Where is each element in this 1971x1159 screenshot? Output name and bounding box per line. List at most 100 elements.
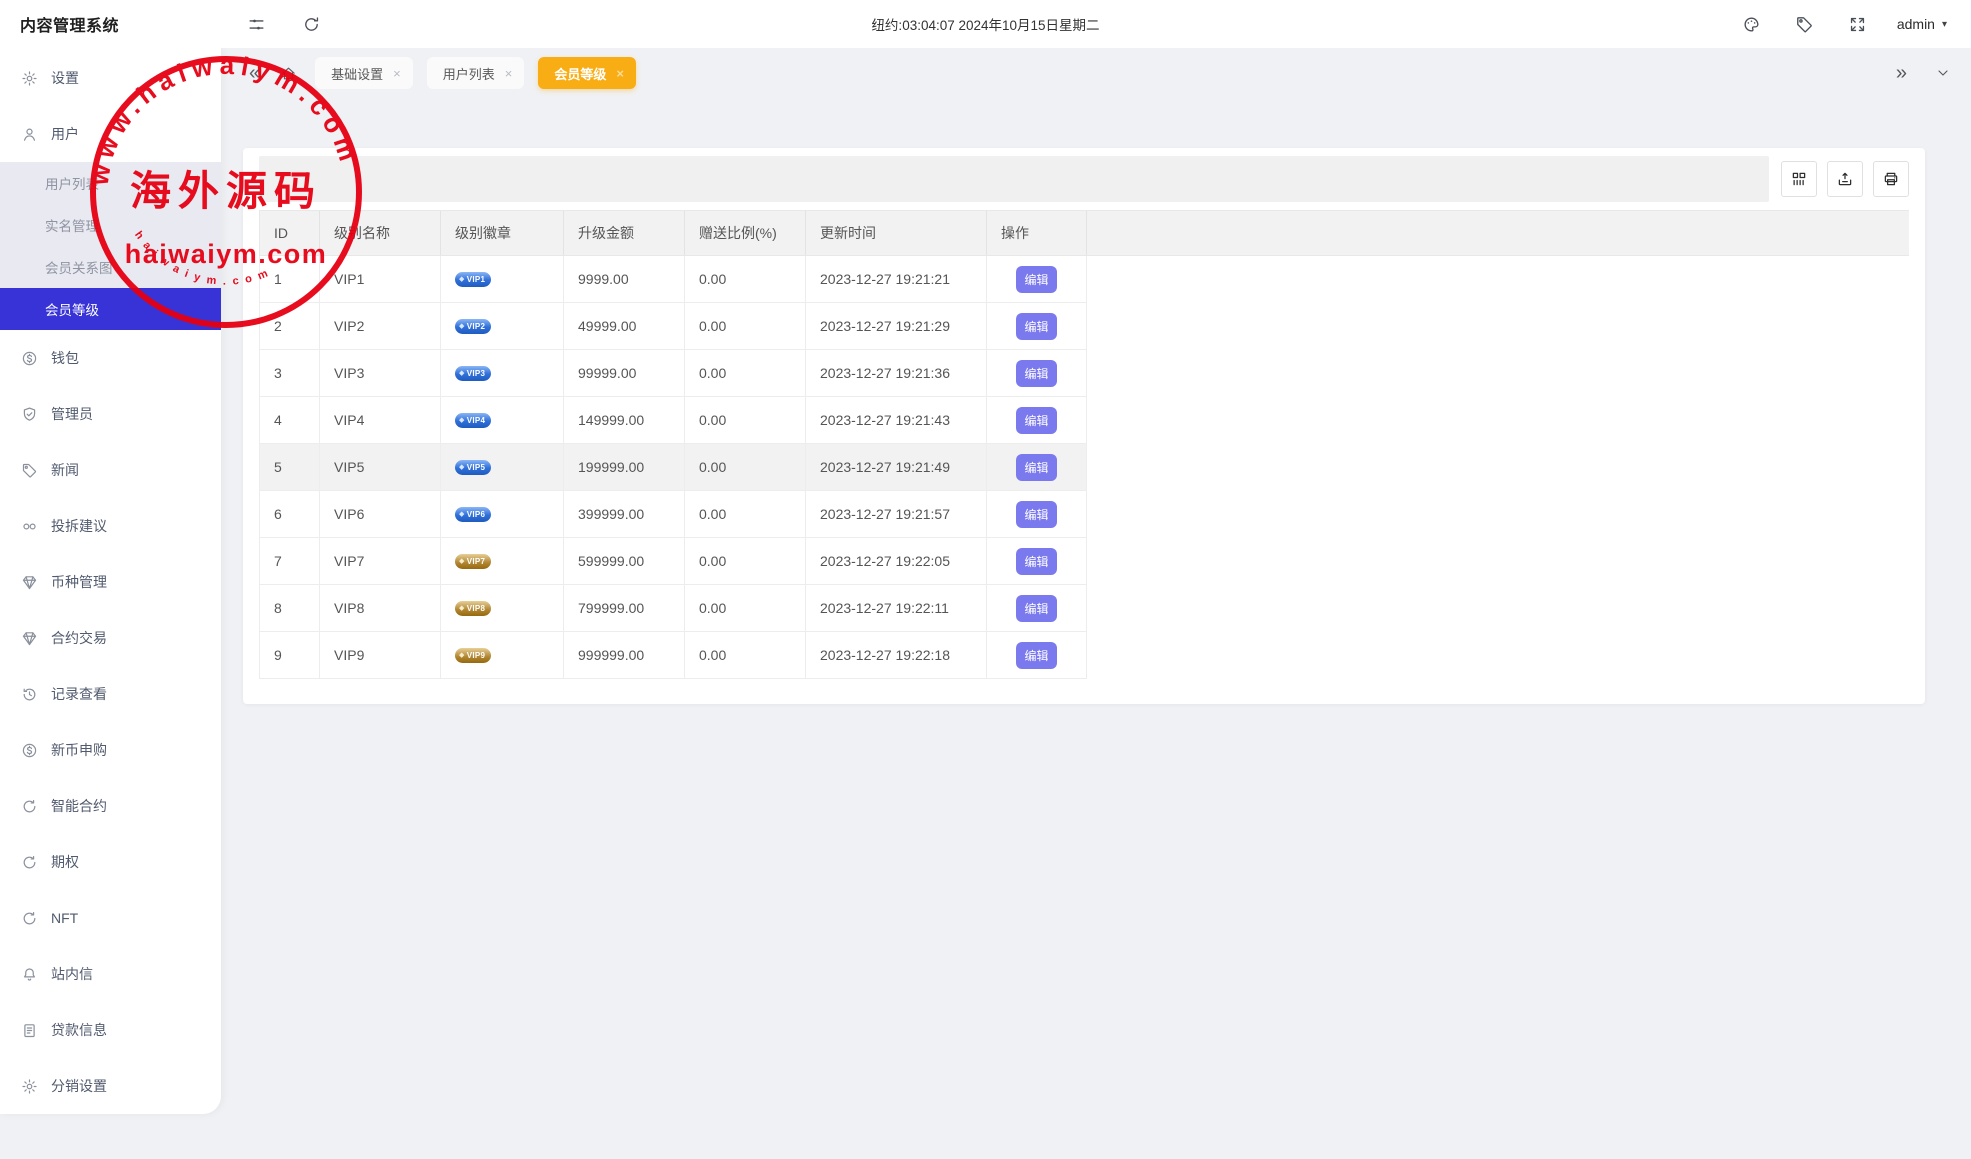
gem-icon (21, 630, 38, 647)
tab-2[interactable]: 会员等级× (538, 57, 636, 89)
cell-upgrade-amount: 399999.00 (564, 491, 685, 537)
sidebar-item-admin[interactable]: 管理员 (0, 386, 221, 442)
cell-updated-time: 2023-12-27 19:21:43 (806, 397, 987, 443)
refresh-icon[interactable] (302, 15, 321, 34)
cell-upgrade-amount: 599999.00 (564, 538, 685, 584)
fullscreen-icon[interactable] (1848, 15, 1867, 34)
close-icon[interactable]: × (616, 66, 624, 81)
sidebar-item-feedback[interactable]: 投拆建议 (0, 498, 221, 554)
sidebar-item-news[interactable]: 新闻 (0, 442, 221, 498)
sidebar-item-wallet[interactable]: 钱包 (0, 330, 221, 386)
tab-0[interactable]: 基础设置× (315, 57, 413, 89)
sidebar-item-label: 设置 (51, 68, 79, 88)
cell-id: 4 (260, 397, 320, 443)
cell-bonus-ratio: 0.00 (685, 585, 806, 631)
sidebar-item-settings[interactable]: 设置 (0, 50, 221, 106)
sidebar-item-loan-info[interactable]: 贷款信息 (0, 1002, 221, 1058)
close-icon[interactable]: × (393, 66, 401, 81)
filter-area (259, 156, 1769, 202)
sidebar-item-options[interactable]: 期权 (0, 834, 221, 890)
edit-button[interactable]: 编辑 (1016, 501, 1057, 528)
more-tabs-icon[interactable]: » (1896, 62, 1907, 85)
cell-updated-time: 2023-12-27 19:21:21 (806, 256, 987, 302)
level-badge-icon: ◆VIP8 (455, 601, 491, 616)
sidebar-item-label: 合约交易 (51, 628, 107, 648)
table-body: 1VIP1◆VIP19999.000.002023-12-27 19:21:21… (259, 256, 1087, 679)
topbar-right-icons (1742, 15, 1867, 34)
edit-button[interactable]: 编辑 (1016, 454, 1057, 481)
table-row: 1VIP1◆VIP19999.000.002023-12-27 19:21:21… (260, 256, 1087, 303)
caret-down-icon: ▾ (1942, 19, 1947, 30)
palette-icon[interactable] (1742, 15, 1761, 34)
sidebar-item-distribution[interactable]: 分销设置 (0, 1058, 221, 1114)
table-row: 3VIP3◆VIP399999.000.002023-12-27 19:21:3… (260, 350, 1087, 397)
column-header: 级别名称 (320, 211, 441, 255)
cycle-icon (21, 798, 38, 815)
columns-button[interactable] (1781, 161, 1817, 197)
sidebar-subitem-realname[interactable]: 实名管理 (0, 204, 221, 246)
close-icon[interactable]: × (505, 66, 513, 81)
topbar: 内容管理系统 纽约:03:04:07 2024年10月15日星期二 admin … (0, 0, 1971, 48)
edit-button[interactable]: 编辑 (1016, 407, 1057, 434)
column-header: 赠送比例(%) (685, 211, 806, 255)
sidebar-subitem-member-level[interactable]: 会员等级 (0, 288, 221, 330)
tab-list: 基础设置×用户列表×会员等级× (315, 57, 636, 89)
sidebar-item-nft[interactable]: NFT (0, 890, 221, 946)
edit-button[interactable]: 编辑 (1016, 266, 1057, 293)
cell-bonus-ratio: 0.00 (685, 256, 806, 302)
cell-upgrade-amount: 199999.00 (564, 444, 685, 490)
app-title: 内容管理系统 (0, 12, 221, 36)
sidebar-item-label: 用户 (51, 124, 79, 144)
column-header: 操作 (987, 211, 1087, 255)
cell-level-name: VIP1 (320, 256, 441, 302)
level-badge-icon: ◆VIP7 (455, 554, 491, 569)
sidebar-item-user[interactable]: 用户 (0, 106, 221, 162)
cell-actions: 编辑 (987, 632, 1087, 678)
chevron-down-icon[interactable] (1935, 65, 1951, 81)
level-badge-icon: ◆VIP2 (455, 319, 491, 334)
sidebar-item-new-coin[interactable]: 新币申购 (0, 722, 221, 778)
sidebar-item-label: NFT (51, 910, 78, 926)
sidebar-item-coin-manage[interactable]: 币种管理 (0, 554, 221, 610)
edit-button[interactable]: 编辑 (1016, 642, 1057, 669)
sidebar-item-messages[interactable]: 站内信 (0, 946, 221, 1002)
edit-button[interactable]: 编辑 (1016, 595, 1057, 622)
history-icon (21, 686, 38, 703)
cell-level-badge: ◆VIP5 (441, 444, 564, 490)
export-button[interactable] (1827, 161, 1863, 197)
cell-actions: 编辑 (987, 491, 1087, 537)
toolbar-buttons (1769, 156, 1909, 202)
cell-bonus-ratio: 0.00 (685, 397, 806, 443)
cell-level-name: VIP4 (320, 397, 441, 443)
sidebar-submenu: 用户列表实名管理会员关系图会员等级 (0, 162, 221, 330)
table-header: ID级别名称级别徽章升级金额赠送比例(%)更新时间操作 (259, 210, 1909, 256)
cell-bonus-ratio: 0.00 (685, 303, 806, 349)
sidebar-item-smart-contract[interactable]: 智能合约 (0, 778, 221, 834)
cycle-icon (21, 854, 38, 871)
back-tabs-icon[interactable]: « (249, 63, 260, 83)
cell-updated-time: 2023-12-27 19:22:11 (806, 585, 987, 631)
sidebar-subitem-member-relation[interactable]: 会员关系图 (0, 246, 221, 288)
print-button[interactable] (1873, 161, 1909, 197)
tag-icon[interactable] (1795, 15, 1814, 34)
clock-text: 纽约:03:04:07 2024年10月15日星期二 (871, 14, 1099, 34)
cell-level-badge: ◆VIP9 (441, 632, 564, 678)
tab-1[interactable]: 用户列表 × (427, 57, 525, 89)
edit-button[interactable]: 编辑 (1016, 548, 1057, 575)
tab-label: 用户列表 (443, 64, 495, 83)
edit-button[interactable]: 编辑 (1016, 360, 1057, 387)
home-icon[interactable] (280, 65, 297, 82)
sidebar-item-label: 分销设置 (51, 1076, 107, 1096)
level-badge-icon: ◆VIP3 (455, 366, 491, 381)
fold-icon[interactable] (247, 15, 266, 34)
edit-button[interactable]: 编辑 (1016, 313, 1057, 340)
cell-actions: 编辑 (987, 538, 1087, 584)
user-menu[interactable]: admin ▾ (1897, 16, 1947, 32)
sidebar-item-label: 贷款信息 (51, 1020, 107, 1040)
table-row: 9VIP9◆VIP9999999.000.002023-12-27 19:22:… (260, 632, 1087, 679)
cycle-icon (21, 910, 38, 927)
sidebar-item-contract-trade[interactable]: 合约交易 (0, 610, 221, 666)
cell-bonus-ratio: 0.00 (685, 444, 806, 490)
sidebar-item-records[interactable]: 记录查看 (0, 666, 221, 722)
sidebar-subitem-user-list[interactable]: 用户列表 (0, 162, 221, 204)
